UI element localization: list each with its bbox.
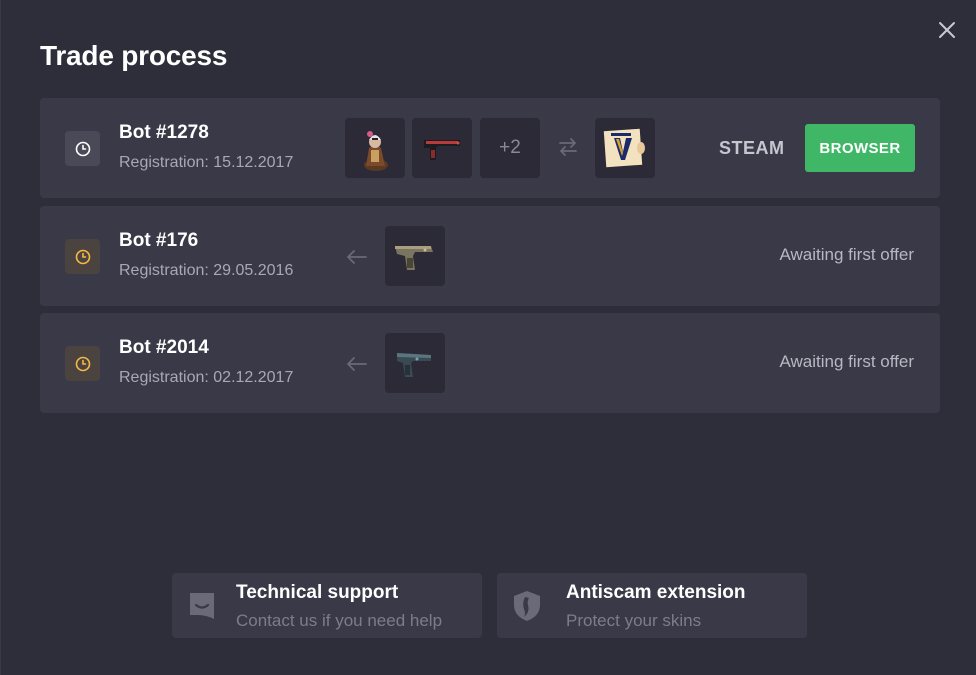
trade-status: Awaiting first offer <box>779 245 915 264</box>
chat-icon <box>190 593 214 619</box>
platform-label: STEAM <box>719 138 785 158</box>
antiscam-subtitle: Protect your skins <box>566 611 702 630</box>
support-title: Technical support <box>236 582 399 603</box>
swap-icon <box>559 138 577 156</box>
more-items-count: +2 <box>499 137 521 158</box>
item-pistol-blue-image[interactable] <box>385 333 445 393</box>
trade-row: Bot #2014 Registration: 02.12.2017 Await… <box>40 313 940 413</box>
trade-process-modal: Trade process Bot #1278 Registration: 15… <box>0 0 976 675</box>
technical-support-card[interactable]: Technical support Contact us if you need… <box>172 573 482 638</box>
shield-icon <box>514 591 540 621</box>
browser-button[interactable]: BROWSER <box>805 124 915 172</box>
bot-registration: Registration: 15.12.2017 <box>119 154 294 171</box>
bot-registration: Registration: 29.05.2016 <box>119 262 294 279</box>
more-items-badge[interactable]: +2 <box>480 118 540 178</box>
clock-icon <box>65 239 100 274</box>
item-agent-image[interactable] <box>345 118 405 178</box>
arrow-left-icon <box>347 357 367 371</box>
antiscam-title: Antiscam extension <box>566 582 746 603</box>
clock-icon <box>65 131 100 166</box>
modal-title: Trade process <box>40 40 228 71</box>
antiscam-extension-card[interactable]: Antiscam extension Protect your skins <box>497 573 807 638</box>
support-subtitle: Contact us if you need help <box>236 611 443 630</box>
trade-row: Bot #1278 Registration: 15.12.2017 +2 ST… <box>40 98 940 198</box>
arrow-left-icon <box>347 250 367 264</box>
item-pistol-red-image[interactable] <box>412 118 472 178</box>
bot-name: Bot #176 <box>119 230 199 251</box>
bot-name: Bot #2014 <box>119 337 209 358</box>
bot-name: Bot #1278 <box>119 122 209 143</box>
trade-row: Bot #176 Registration: 29.05.2016 Awaiti… <box>40 206 940 306</box>
item-sticker-capsule-image[interactable] <box>595 118 655 178</box>
item-deagle-image[interactable] <box>385 226 445 286</box>
close-icon[interactable] <box>935 18 959 42</box>
clock-icon <box>65 346 100 381</box>
trade-status: Awaiting first offer <box>779 352 915 371</box>
bot-registration: Registration: 02.12.2017 <box>119 369 294 386</box>
